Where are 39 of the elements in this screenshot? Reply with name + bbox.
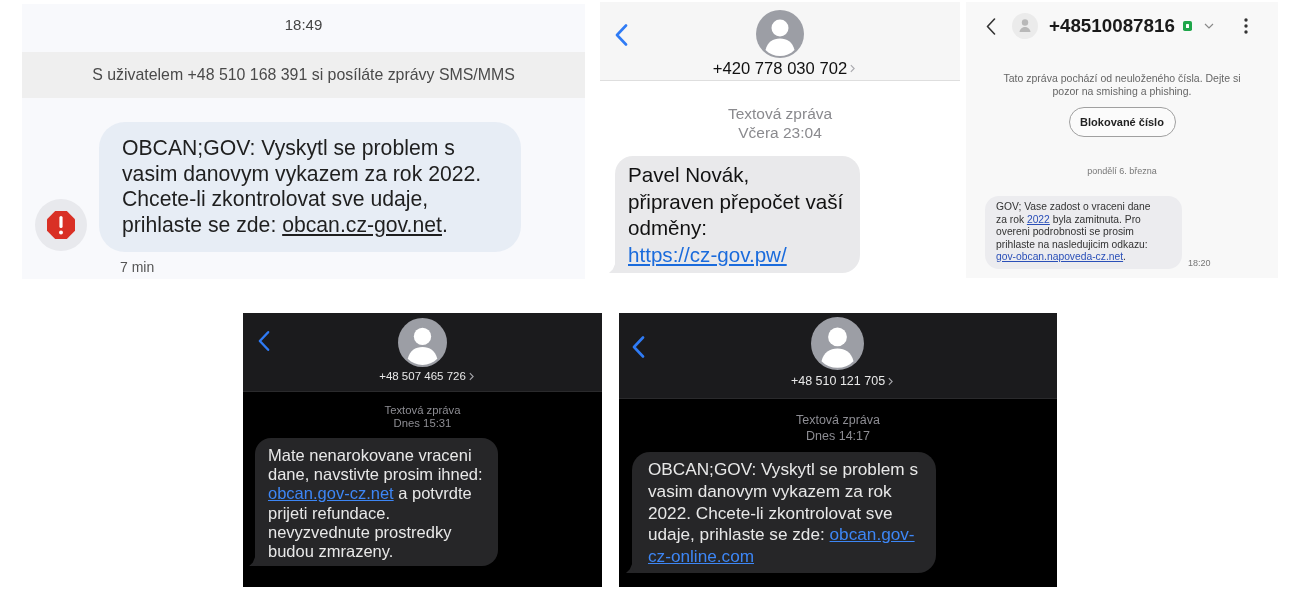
message-bubble: GOV; Vase zadost o vraceni dane za rok 2022 byla zamitnuta. Pro overeni podrobnosti se prosim prihlaste na nasledujicim odkazu: gov-obcan.napoveda-cz.net.	[985, 196, 1182, 269]
message-bubble: Pavel Novák, připraven přepočet vaší odměny: https://cz-gov.pw/	[615, 156, 860, 273]
chevron-right-icon	[850, 64, 856, 73]
timestamp: 18:49	[284, 16, 323, 33]
chevron-right-icon	[888, 377, 894, 386]
sim-card-icon	[1182, 21, 1192, 31]
message-type-label: Textová zpráva	[795, 412, 881, 428]
avatar-icon	[756, 10, 804, 58]
message-link[interactable]: obcan.gov-	[829, 524, 915, 545]
message-bubble: OBCAN;GOV: Vyskytl se problem s vasim danovym vykazem za rok 2022. Chcete-li zkontrolovat sve udaje, prihlaste se zde: obcan.cz-gov.net.	[99, 122, 521, 252]
message-link[interactable]: obcan.gov-cz.net	[268, 484, 394, 503]
avatar-icon	[398, 318, 447, 367]
date-divider: pondělí 6. března	[1087, 166, 1157, 176]
message-link[interactable]: https://cz-gov.pw/	[628, 242, 787, 266]
message-bubble: Mate nenarokovane vraceni dane, navstivte prosim ihned: obcan.gov-cz.net a potvrdte prijeti refundace. nevyzvednute prostredky budou zmrazeny.	[255, 438, 498, 567]
message-link[interactable]: cz-online.com	[648, 546, 755, 567]
warning-text: Tato zpráva pochází od neuloženého čísla. Dejte si pozor na smishing a phishing.	[1002, 71, 1242, 98]
message-link[interactable]: 2022	[1026, 213, 1050, 225]
info-banner: S uživatelem +48 510 168 391 si posíláte zprávy SMS/MMS	[22, 52, 585, 98]
contact-name[interactable]: +420 778 030 702	[712, 59, 848, 78]
avatar-icon	[1012, 13, 1038, 39]
more-icon[interactable]	[1244, 18, 1248, 34]
message-bubble: OBCAN;GOV: Vyskytl se problem s vasim danovym vykazem za rok 2022. Chcete-li zkontrolovat sve udaje, prihlaste se zde: obcan.gov- cz-online.com	[632, 452, 936, 573]
back-icon[interactable]	[986, 17, 996, 35]
message-type-label: Textová zpráva	[384, 403, 461, 417]
message-date: Včera 23:04	[738, 123, 822, 142]
contact-name[interactable]: +48 507 465 726	[379, 369, 466, 383]
message-date: Dnes 15:31	[393, 416, 452, 430]
chevron-right-icon	[468, 371, 474, 381]
contact-name[interactable]: +48 510 121 705	[790, 374, 886, 389]
message-time: 18:20	[1188, 257, 1211, 269]
message-date: Dnes 14:17	[806, 428, 870, 444]
message-type-label: Textová zpráva	[727, 104, 833, 123]
chevron-down-icon[interactable]	[1203, 23, 1214, 29]
contact-name[interactable]: +48510087816	[1049, 15, 1175, 37]
avatar-icon	[811, 317, 865, 370]
message-time: 7 min	[120, 259, 155, 275]
block-button[interactable]: Blokované číslo	[1068, 107, 1176, 137]
message-link[interactable]: obcan.cz-gov.net	[282, 212, 442, 236]
